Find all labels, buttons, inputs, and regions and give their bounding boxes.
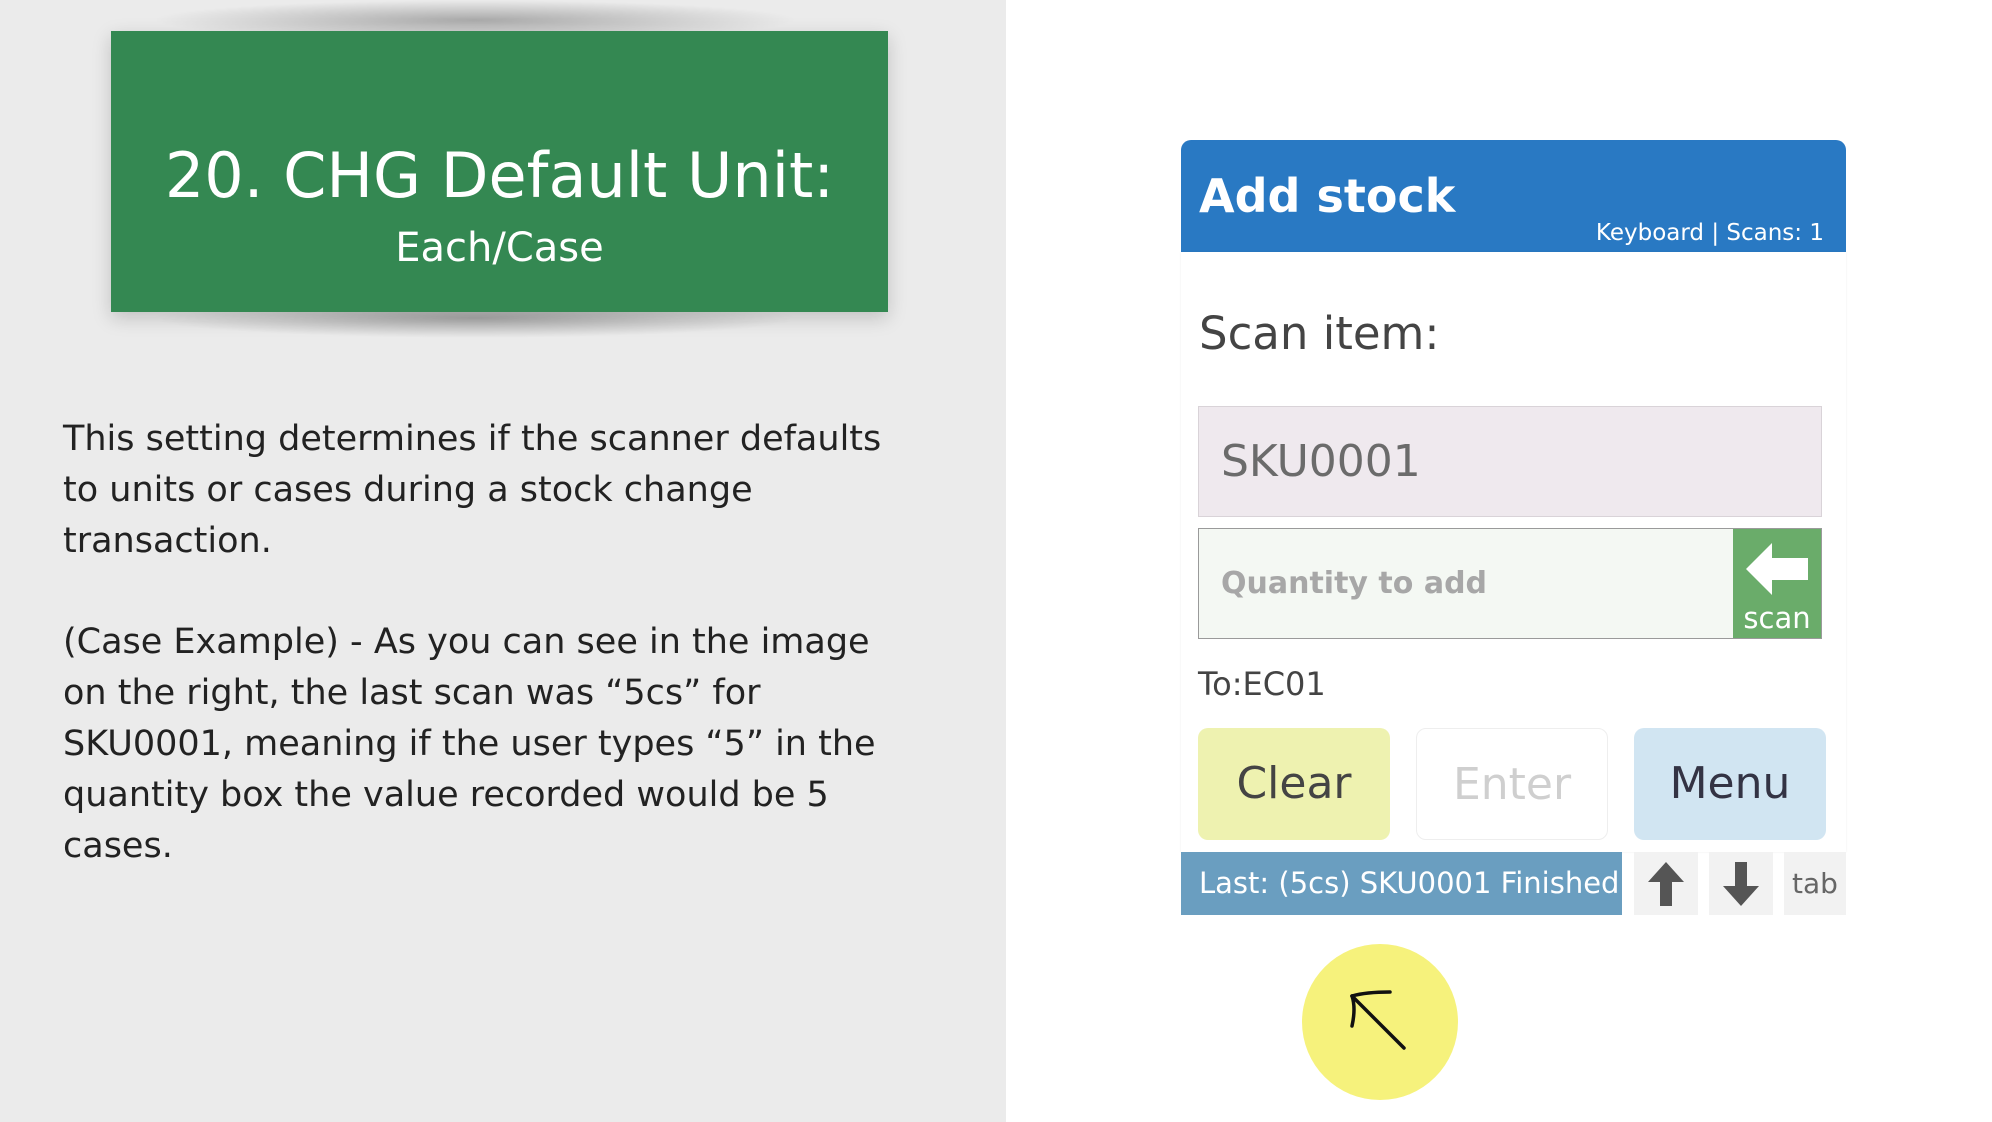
slide-subtitle: Each/Case	[395, 225, 604, 271]
quantity-input[interactable]	[1199, 529, 1733, 638]
arrow-down-icon	[1723, 862, 1759, 906]
down-button[interactable]	[1709, 852, 1773, 915]
scan-button-label: scan	[1743, 601, 1811, 635]
example-paragraph: (Case Example) - As you can see in the i…	[63, 622, 876, 866]
tab-button[interactable]: tab	[1784, 852, 1846, 915]
to-location-label: To:EC01	[1198, 665, 1326, 703]
app-title: Add stock	[1199, 169, 1456, 223]
title-banner: 20. CHG Default Unit: Each/Case	[111, 31, 888, 312]
instruction-panel: 20. CHG Default Unit: Each/Case This set…	[0, 0, 1006, 1122]
cursor-highlight	[1302, 944, 1458, 1100]
enter-button[interactable]: Enter	[1416, 728, 1608, 840]
scan-item-label: Scan item:	[1199, 307, 1440, 360]
app-body: Scan item: SKU0001 scan To:EC01 Clear En…	[1181, 252, 1846, 852]
last-scan-bar: Last: (5cs) SKU0001 Finished G	[1181, 852, 1622, 915]
slide-title: 20. CHG Default Unit:	[164, 139, 835, 212]
clear-button[interactable]: Clear	[1198, 728, 1390, 840]
app-header: Add stock Keyboard | Scans: 1	[1181, 140, 1846, 252]
arrow-left-icon	[1746, 543, 1808, 595]
up-button[interactable]	[1634, 852, 1698, 915]
keyboard-scan-status[interactable]: Keyboard | Scans: 1	[1596, 218, 1824, 248]
quantity-row: scan	[1198, 528, 1822, 639]
description-paragraph: This setting determines if the scanner d…	[63, 419, 882, 561]
menu-button[interactable]: Menu	[1634, 728, 1826, 840]
arrow-up-icon	[1648, 862, 1684, 906]
scan-button[interactable]: scan	[1733, 529, 1821, 638]
cursor-arrow-icon	[1350, 990, 1406, 1050]
sku-field[interactable]: SKU0001	[1198, 406, 1822, 517]
add-stock-app: Add stock Keyboard | Scans: 1 Scan item:…	[1181, 140, 1846, 915]
